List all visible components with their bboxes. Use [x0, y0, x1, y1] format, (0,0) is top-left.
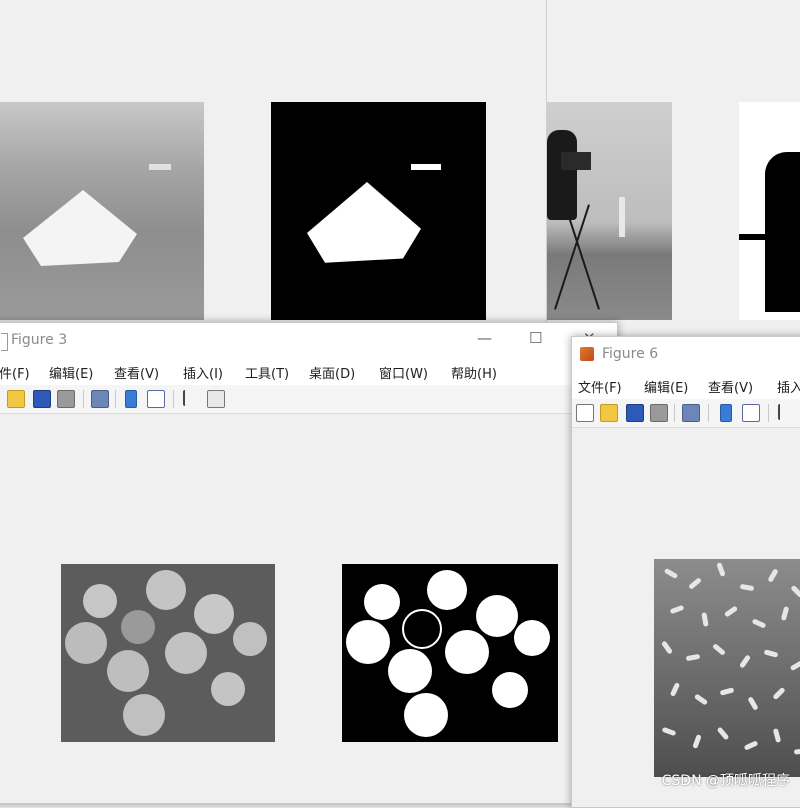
window-title: Figure 6	[602, 346, 659, 362]
link-plot-icon[interactable]	[125, 390, 137, 408]
pointer-icon[interactable]	[183, 390, 197, 406]
print-icon[interactable]	[650, 404, 668, 422]
coins-binary-image	[342, 564, 558, 742]
print-preview-icon[interactable]	[682, 404, 700, 422]
save-icon[interactable]	[626, 404, 644, 422]
menu-edit[interactable]: 编辑(E)	[49, 363, 93, 382]
window-title: Figure 3	[11, 332, 68, 348]
save-icon[interactable]	[33, 390, 51, 408]
open-folder-icon[interactable]	[7, 390, 25, 408]
menu-help[interactable]: 帮助(H)	[451, 363, 497, 382]
pointer-icon[interactable]	[778, 404, 792, 420]
menu-insert[interactable]: 插入	[777, 377, 800, 396]
figure-3-window[interactable]: Figure 3 — ☐ ✕ 件(F) 编辑(E) 查看(V) 插入(I) 工具…	[0, 322, 618, 804]
toolbar	[572, 399, 800, 428]
menu-window[interactable]: 窗口(W)	[379, 363, 428, 382]
cameraman-binary-image	[739, 102, 800, 320]
title-bar[interactable]: Figure 3 — ☐ ✕	[0, 323, 617, 359]
edit-plot-icon[interactable]	[207, 390, 225, 408]
menu-file[interactable]: 文件(F)	[578, 377, 622, 396]
figure-6-window[interactable]: Figure 6 文件(F) 编辑(E) 查看(V) 插入	[571, 336, 800, 808]
menu-view[interactable]: 查看(V)	[114, 363, 159, 382]
coins-grayscale-image	[61, 564, 275, 742]
title-bar[interactable]: Figure 6	[572, 337, 800, 373]
menu-file[interactable]: 件(F)	[0, 363, 30, 382]
link-plot-icon[interactable]	[720, 404, 732, 422]
csdn-watermark: CSDN @顶呱呱程序	[661, 773, 790, 789]
menu-desktop[interactable]: 桌面(D)	[309, 363, 355, 382]
menu-insert[interactable]: 插入(I)	[183, 363, 223, 382]
airplane-binary-image	[271, 102, 486, 320]
figure-app-icon	[1, 333, 8, 351]
open-folder-icon[interactable]	[600, 404, 618, 422]
rice-grayscale-image	[654, 559, 800, 777]
minimize-button[interactable]: —	[477, 329, 492, 347]
new-file-icon[interactable]	[576, 404, 594, 422]
maximize-button[interactable]: ☐	[529, 329, 542, 347]
menu-tools[interactable]: 工具(T)	[245, 363, 289, 382]
print-preview-icon[interactable]	[91, 390, 109, 408]
menu-view[interactable]: 查看(V)	[708, 377, 753, 396]
menu-edit[interactable]: 编辑(E)	[644, 377, 688, 396]
insert-legend-icon[interactable]	[147, 390, 165, 408]
airplane-grayscale-image	[0, 102, 204, 320]
print-icon[interactable]	[57, 390, 75, 408]
matlab-logo-icon	[580, 347, 594, 361]
menu-bar: 文件(F) 编辑(E) 查看(V) 插入	[572, 373, 800, 399]
menu-bar: 件(F) 编辑(E) 查看(V) 插入(I) 工具(T) 桌面(D) 窗口(W)…	[0, 359, 617, 385]
figure-window-airplane	[0, 0, 548, 340]
insert-legend-icon[interactable]	[742, 404, 760, 422]
figure-window-cameraman	[546, 0, 800, 340]
cameraman-grayscale-image	[547, 102, 672, 320]
toolbar	[0, 385, 617, 414]
